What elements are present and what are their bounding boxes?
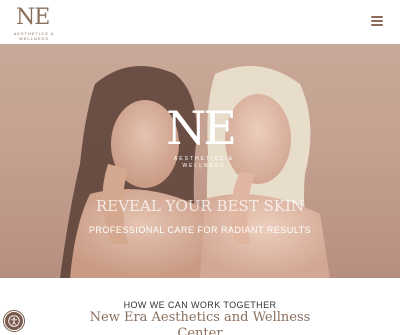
- hero-logo-subtitle: AESTHETICS & WELLNESS: [173, 156, 235, 169]
- hero-logo: NE AESTHETICS & WELLNESS: [160, 104, 260, 174]
- section-title: New Era Aesthetics and Wellness: [89, 310, 311, 325]
- hero-logo-letters: NE: [166, 101, 237, 155]
- accessibility-button[interactable]: [4, 311, 24, 331]
- hero-tagline: PROFESSIONAL CARE FOR RADIANT RESULTS: [88, 225, 312, 235]
- accessibility-icon: [8, 315, 20, 327]
- logo-letters: NE: [16, 5, 50, 30]
- logo-subtitle: AESTHETICS & WELLNESS: [13, 31, 55, 41]
- hero-headline: REVEAL YOUR BEST SKIN: [95, 197, 305, 215]
- hamburger-menu-icon[interactable]: [371, 15, 385, 27]
- site-logo[interactable]: NE AESTHETICS & WELLNESS: [12, 5, 54, 42]
- site-header: NE AESTHETICS & WELLNESS: [0, 0, 400, 44]
- hero-banner: NE AESTHETICS & WELLNESS PROFESSIONAL CA…: [0, 44, 400, 278]
- section-title-continued: Center: [177, 326, 223, 335]
